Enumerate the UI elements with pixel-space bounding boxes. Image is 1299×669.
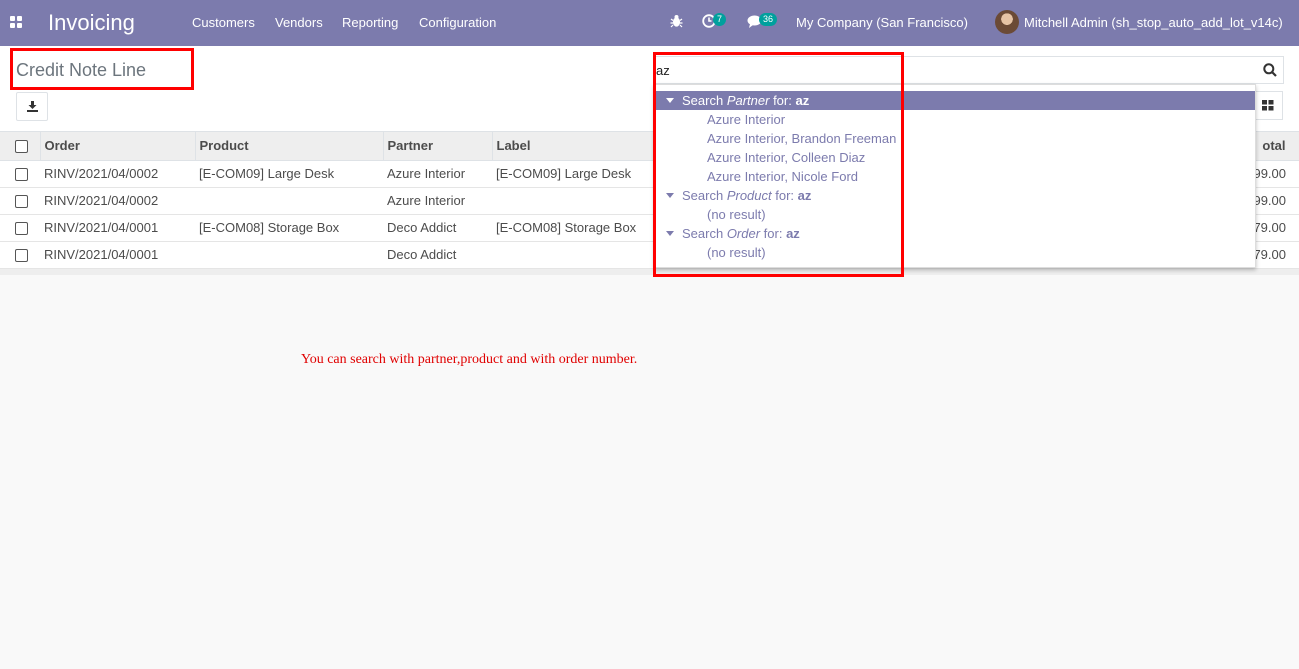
cell-partner[interactable]: Azure Interior: [383, 187, 492, 215]
cell-partner[interactable]: Deco Addict: [383, 214, 492, 242]
debug-bug-icon[interactable]: [670, 14, 683, 31]
select-all-cell: [0, 132, 41, 161]
search-highlight-box: [653, 52, 904, 277]
search-icon: [1263, 63, 1277, 77]
column-header-partner[interactable]: Partner: [383, 132, 493, 161]
row-checkbox[interactable]: [15, 168, 28, 182]
menu-vendors[interactable]: Vendors: [275, 15, 323, 30]
row-select-cell: [0, 241, 40, 269]
cell-order[interactable]: RINV/2021/04/0001: [40, 214, 195, 242]
row-select-cell: [0, 214, 40, 242]
menu-customers[interactable]: Customers: [192, 15, 255, 30]
row-checkbox[interactable]: [15, 249, 28, 263]
cell-product[interactable]: [E-COM09] Large Desk: [195, 160, 383, 188]
cell-product[interactable]: [195, 241, 383, 269]
table-footer: [0, 268, 1299, 275]
cell-order[interactable]: RINV/2021/04/0001: [40, 241, 195, 269]
top-navbar: Invoicing Customers Vendors Reporting Co…: [0, 0, 1299, 46]
download-icon: [27, 101, 38, 112]
user-menu[interactable]: Mitchell Admin (sh_stop_auto_add_lot_v14…: [1024, 15, 1283, 30]
row-select-cell: [0, 160, 40, 188]
cell-partner[interactable]: Azure Interior: [383, 160, 492, 188]
user-avatar[interactable]: [995, 10, 1019, 34]
cell-product[interactable]: [195, 187, 383, 215]
cell-product[interactable]: [E-COM08] Storage Box: [195, 214, 383, 242]
apps-menu-icon[interactable]: [10, 16, 23, 29]
cell-order[interactable]: RINV/2021/04/0002: [40, 160, 195, 188]
menu-configuration[interactable]: Configuration: [419, 15, 496, 30]
cell-partner[interactable]: Deco Addict: [383, 241, 492, 269]
select-all-checkbox[interactable]: [15, 140, 28, 154]
row-checkbox[interactable]: [15, 222, 28, 236]
export-download-button[interactable]: [16, 92, 48, 121]
column-header-product[interactable]: Product: [195, 132, 384, 161]
activity-count-badge: 7: [713, 13, 727, 26]
row-select-cell: [0, 187, 40, 215]
app-name[interactable]: Invoicing: [48, 10, 135, 36]
column-header-order[interactable]: Order: [40, 132, 196, 161]
cell-order[interactable]: RINV/2021/04/0002: [40, 187, 195, 215]
company-switcher[interactable]: My Company (San Francisco): [796, 15, 968, 30]
title-highlight-box: [10, 48, 194, 90]
kanban-view-button[interactable]: [1253, 91, 1283, 120]
search-button[interactable]: [1255, 57, 1283, 83]
row-checkbox[interactable]: [15, 195, 28, 209]
annotation-note: You can search with partner,product and …: [301, 352, 638, 367]
messages-count-badge: 36: [759, 13, 778, 26]
menu-reporting[interactable]: Reporting: [342, 15, 398, 30]
kanban-grid-icon: [1262, 100, 1274, 111]
